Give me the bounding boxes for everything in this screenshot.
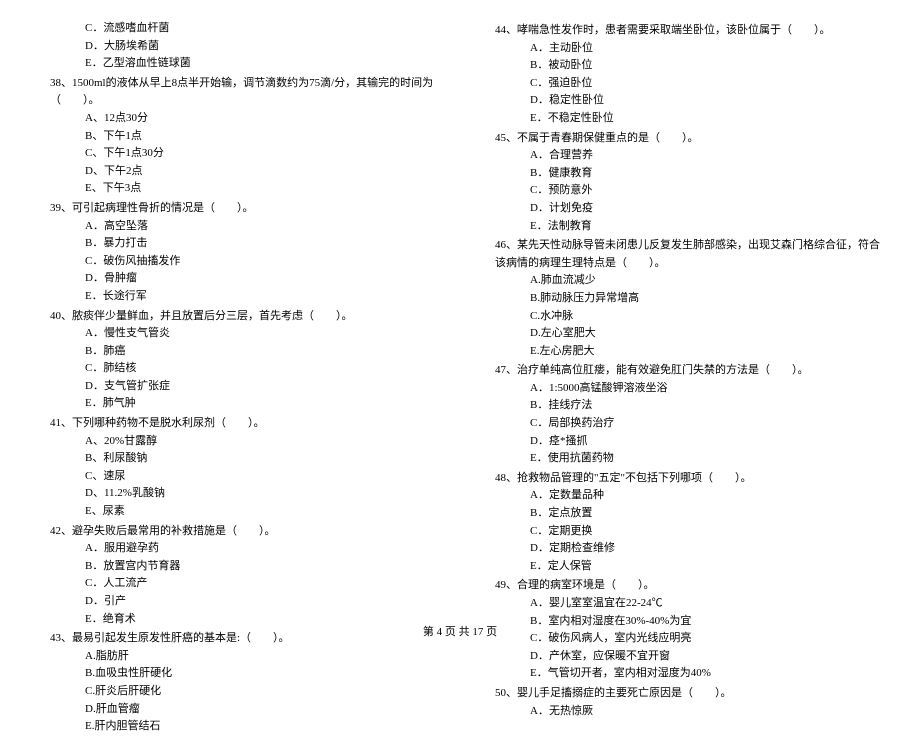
q39-option-b: B．暴力打击 bbox=[85, 235, 445, 253]
q45-option-d: D．计划免疫 bbox=[530, 200, 890, 218]
q42-option-b: B．放置宫内节育器 bbox=[85, 558, 445, 576]
q38-option-b: B、下午1点 bbox=[85, 128, 445, 146]
q38-option-d: D、下午2点 bbox=[85, 163, 445, 181]
q39-option-e: E．长途行军 bbox=[85, 288, 445, 306]
q43-option-a: A.脂肪肝 bbox=[85, 648, 445, 666]
q40-option-c: C．肺结核 bbox=[85, 360, 445, 378]
q44-stem: 44、哮喘急性发作时，患者需要采取端坐卧位，该卧位属于（ ）。 bbox=[495, 22, 890, 40]
q48-option-e: E．定人保管 bbox=[530, 558, 890, 576]
q37-option-e: E．乙型溶血性链球菌 bbox=[85, 55, 445, 73]
q48-option-b: B．定点放置 bbox=[530, 505, 890, 523]
q42-option-c: C．人工流产 bbox=[85, 575, 445, 593]
q45-option-e: E．法制教育 bbox=[530, 218, 890, 236]
q48-stem: 48、抢救物品管理的"五定"不包括下列哪项（ ）。 bbox=[495, 470, 890, 488]
q45-option-b: B．健康教育 bbox=[530, 165, 890, 183]
q41-option-a: A、20%甘露醇 bbox=[85, 433, 445, 451]
q38-stem: 38、1500ml的液体从早上8点半开始输，调节滴数约为75滴/分，其输完的时间… bbox=[50, 75, 445, 110]
q46-stem: 46、某先天性动脉导管未闭患儿反复发生肺部感染，出现艾森门格综合征，符合该病情的… bbox=[495, 237, 890, 272]
q41-option-d: D、11.2%乳酸钠 bbox=[85, 485, 445, 503]
q39-option-d: D．骨肿瘤 bbox=[85, 270, 445, 288]
q38-option-e: E、下午3点 bbox=[85, 180, 445, 198]
q45-option-a: A．合理营养 bbox=[530, 147, 890, 165]
q46-option-e: E.左心房肥大 bbox=[530, 343, 890, 361]
q43-option-d: D.肝血管瘤 bbox=[85, 701, 445, 719]
q44-option-a: A．主动卧位 bbox=[530, 40, 890, 58]
q47-option-c: C．局部换药治疗 bbox=[530, 415, 890, 433]
q50-stem: 50、婴儿手足搐搦症的主要死亡原因是（ ）。 bbox=[495, 685, 890, 703]
q42-option-d: D．引产 bbox=[85, 593, 445, 611]
q46-option-b: B.肺动脉压力异常增高 bbox=[530, 290, 890, 308]
q43-option-b: B.血吸虫性肝硬化 bbox=[85, 665, 445, 683]
q40-option-b: B．肺癌 bbox=[85, 343, 445, 361]
q38-option-c: C、下午1点30分 bbox=[85, 145, 445, 163]
q44-option-c: C．强迫卧位 bbox=[530, 75, 890, 93]
page-footer: 第 4 页 共 17 页 bbox=[0, 624, 920, 642]
q40-stem: 40、脓痰伴少量鲜血，并且放置后分三层，首先考虑（ ）。 bbox=[50, 308, 445, 326]
q46-option-a: A.肺血流减少 bbox=[530, 272, 890, 290]
q41-option-b: B、利尿酸钠 bbox=[85, 450, 445, 468]
q47-stem: 47、治疗单纯高位肛瘘，能有效避免肛门失禁的方法是（ ）。 bbox=[495, 362, 890, 380]
q37-option-c: C．流感嗜血杆菌 bbox=[85, 20, 445, 38]
q40-option-d: D．支气管扩张症 bbox=[85, 378, 445, 396]
q45-stem: 45、不属于青春期保健重点的是（ ）。 bbox=[495, 130, 890, 148]
q45-option-c: C．预防意外 bbox=[530, 182, 890, 200]
q49-option-e: E．气管切开者，室内相对湿度为40% bbox=[530, 665, 890, 683]
q41-option-c: C、速尿 bbox=[85, 468, 445, 486]
q40-option-e: E．肺气肿 bbox=[85, 395, 445, 413]
q39-option-a: A．高空坠落 bbox=[85, 218, 445, 236]
q40-option-a: A．慢性支气管炎 bbox=[85, 325, 445, 343]
q47-option-e: E．使用抗菌药物 bbox=[530, 450, 890, 468]
q50-option-a: A．无热惊厥 bbox=[530, 703, 890, 721]
q49-stem: 49、合理的病室环境是（ ）。 bbox=[495, 577, 890, 595]
q44-option-b: B．被动卧位 bbox=[530, 57, 890, 75]
q41-option-e: E、尿素 bbox=[85, 503, 445, 521]
q43-option-e: E.肝内胆管结石 bbox=[85, 718, 445, 736]
q47-option-d: D．痉*搔抓 bbox=[530, 433, 890, 451]
q47-option-b: B．挂线疗法 bbox=[530, 397, 890, 415]
q46-option-d: D.左心室肥大 bbox=[530, 325, 890, 343]
q42-stem: 42、避孕失败后最常用的补救措施是（ ）。 bbox=[50, 523, 445, 541]
q46-option-c: C.水冲脉 bbox=[530, 308, 890, 326]
q49-option-d: D．产休室，应保暖不宜开窗 bbox=[530, 648, 890, 666]
q39-option-c: C．破伤风抽搐发作 bbox=[85, 253, 445, 271]
q48-option-c: C．定期更换 bbox=[530, 523, 890, 541]
q44-option-e: E．不稳定性卧位 bbox=[530, 110, 890, 128]
q43-option-c: C.肝炎后肝硬化 bbox=[85, 683, 445, 701]
q44-option-d: D．稳定性卧位 bbox=[530, 92, 890, 110]
q41-stem: 41、下列哪种药物不是脱水利尿剂（ ）。 bbox=[50, 415, 445, 433]
q48-option-d: D．定期检查维修 bbox=[530, 540, 890, 558]
q49-option-a: A．婴儿室室温宜在22-24℃ bbox=[530, 595, 890, 613]
q42-option-a: A．服用避孕药 bbox=[85, 540, 445, 558]
q38-option-a: A、12点30分 bbox=[85, 110, 445, 128]
q47-option-a: A．1:5000高锰酸钾溶液坐浴 bbox=[530, 380, 890, 398]
q39-stem: 39、可引起病理性骨折的情况是（ ）。 bbox=[50, 200, 445, 218]
q37-option-d: D．大肠埃希菌 bbox=[85, 38, 445, 56]
q48-option-a: A．定数量品种 bbox=[530, 487, 890, 505]
